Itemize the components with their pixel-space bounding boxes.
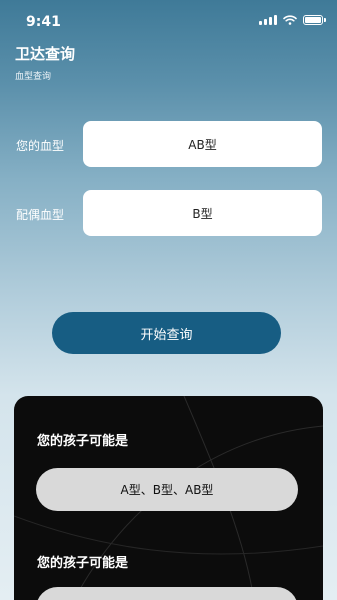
wifi-icon bbox=[283, 15, 297, 25]
result-heading: 您的孩子可能是 bbox=[37, 556, 129, 571]
page-subtitle: 血型查询 bbox=[15, 72, 52, 82]
result-heading: 您的孩子可能是 bbox=[37, 434, 129, 449]
result-value: A型、B型、AB型 bbox=[36, 468, 298, 511]
your-blood-type-label: 您的血型 bbox=[16, 139, 65, 153]
status-bar: 9:41 bbox=[0, 0, 337, 40]
result-panel: 您的孩子可能是 A型、B型、AB型 您的孩子可能是 bbox=[14, 396, 323, 600]
page-title: 卫达查询 bbox=[15, 45, 76, 63]
your-blood-type-field[interactable]: AB型 bbox=[83, 121, 322, 167]
signal-icon bbox=[259, 15, 277, 25]
spouse-blood-type-field[interactable]: B型 bbox=[83, 190, 322, 236]
battery-icon bbox=[303, 15, 326, 25]
spouse-blood-type-label: 配偶血型 bbox=[16, 208, 65, 222]
start-query-button[interactable]: 开始查询 bbox=[52, 312, 281, 354]
result-value bbox=[36, 587, 298, 600]
status-time: 9:41 bbox=[26, 14, 61, 30]
status-icons bbox=[259, 15, 326, 25]
